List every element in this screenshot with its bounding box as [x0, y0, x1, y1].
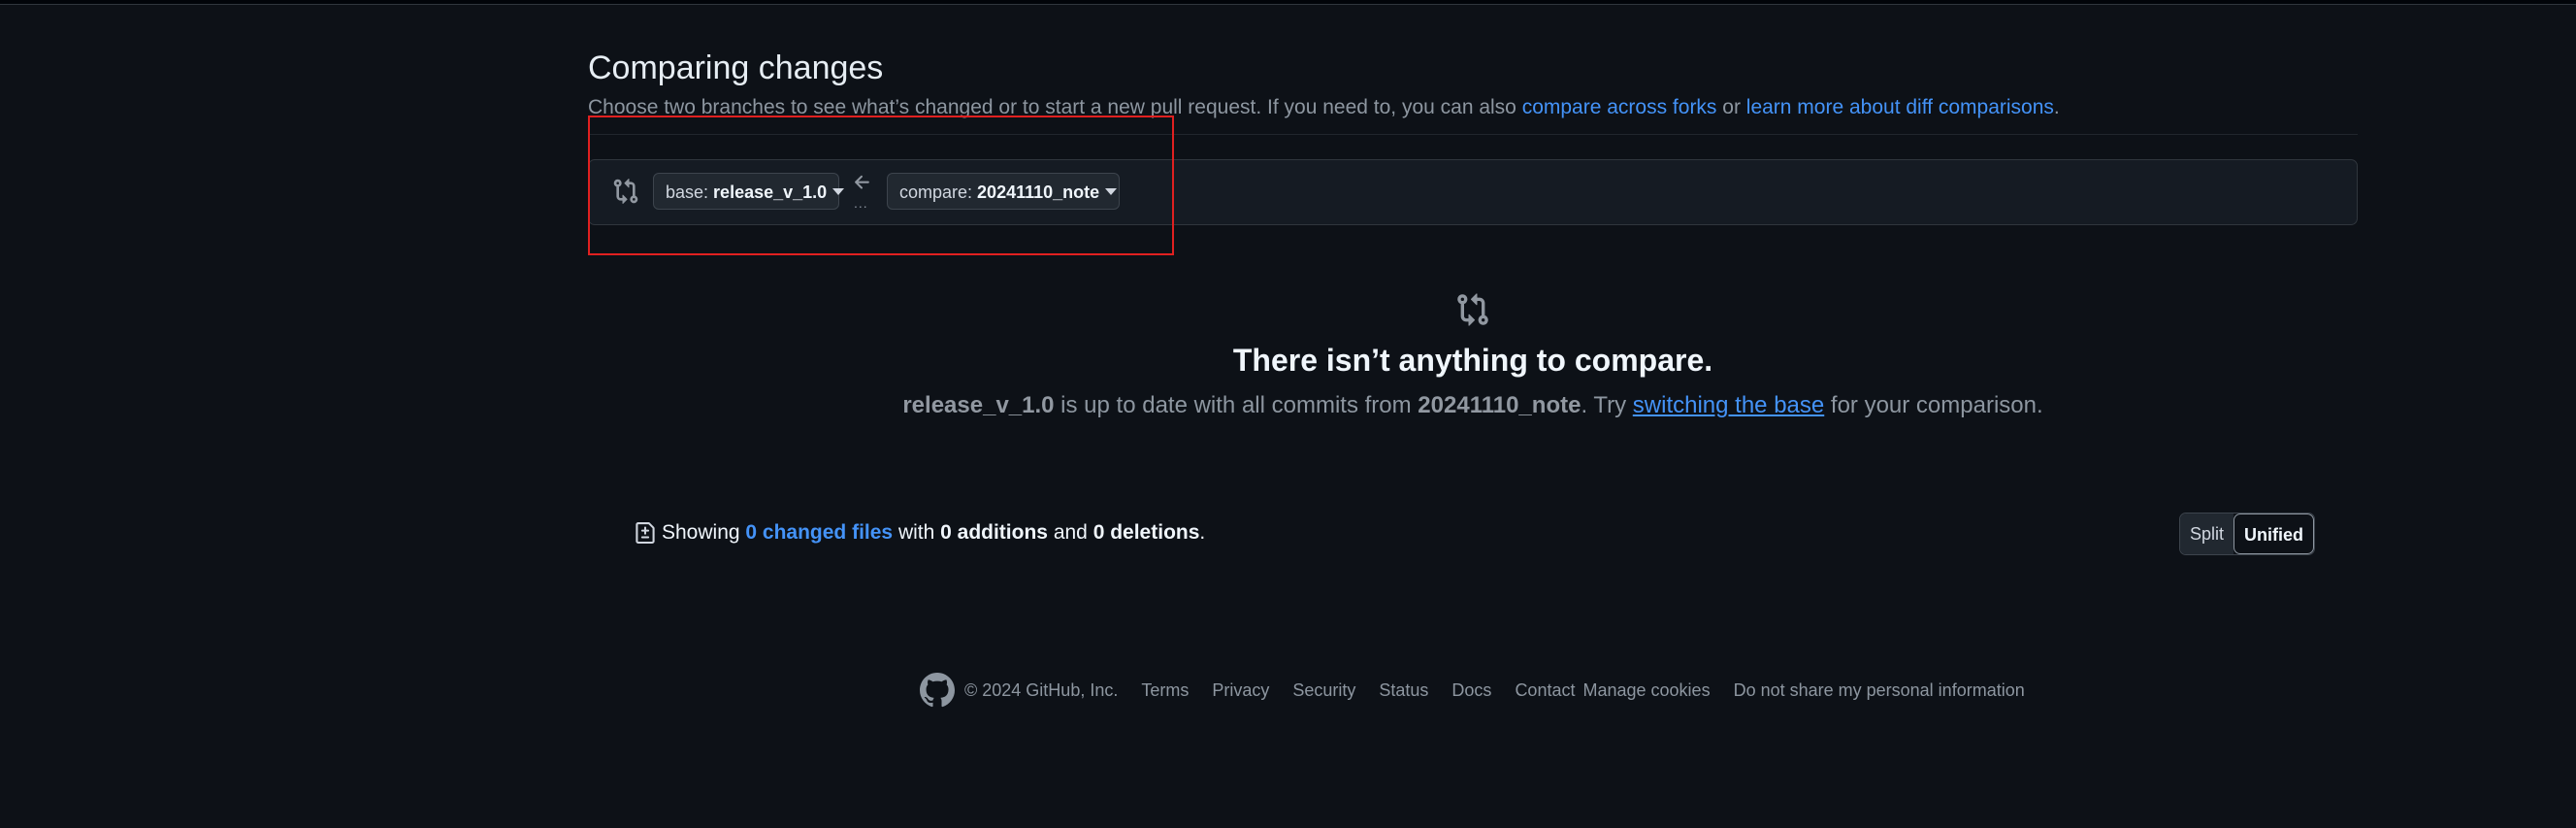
- blank-base-branch: release_v_1.0: [902, 392, 1055, 418]
- blank-desc-mid: is up to date with all commits from: [1054, 392, 1418, 418]
- blank-state-description: release_v_1.0 is up to date with all com…: [588, 389, 2358, 422]
- changed-files-link[interactable]: 0 changed files: [745, 521, 893, 544]
- annotation-highlight-box: [588, 116, 1174, 255]
- summary-deletions: 0 deletions: [1092, 521, 1200, 544]
- blank-state-title: There isn’t anything to compare.: [1232, 343, 1713, 378]
- summary-end: .: [1199, 521, 1206, 544]
- learn-diff-comparisons-link[interactable]: learn more about diff comparisons: [1746, 96, 2054, 118]
- footer-link-terms[interactable]: Terms: [1141, 680, 1189, 701]
- blank-compare-branch: 20241110_note: [1418, 392, 1581, 418]
- blank-desc-end: for your comparison.: [1824, 392, 2043, 418]
- footer-link-do-not-share[interactable]: Do not share my personal information: [1734, 680, 2025, 701]
- footer-link-security[interactable]: Security: [1292, 680, 1355, 701]
- page-title: Comparing changes: [588, 50, 884, 86]
- blank-desc-try: . Try: [1581, 392, 1633, 418]
- diff-summary: Showing 0 changed files with 0 additions…: [635, 518, 1205, 547]
- summary-with: with: [893, 521, 941, 544]
- file-diff-icon: [636, 522, 655, 544]
- compare-across-forks-link[interactable]: compare across forks: [1522, 96, 1717, 118]
- summary-showing: Showing: [662, 521, 746, 544]
- compare-container: Comparing changes Choose two branches to…: [588, 45, 2358, 708]
- subtitle-or: or: [1716, 96, 1746, 118]
- top-header-border: [0, 0, 2576, 5]
- footer-link-status[interactable]: Status: [1379, 680, 1428, 701]
- footer-copyright: © 2024 GitHub, Inc.: [964, 679, 1119, 700]
- footer-link-docs[interactable]: Docs: [1451, 680, 1491, 701]
- site-footer: © 2024 GitHub, Inc. Terms Privacy Securi…: [920, 666, 2048, 714]
- subtitle-end: .: [2053, 96, 2060, 118]
- git-compare-icon: [1457, 293, 1488, 326]
- split-view-button[interactable]: Split: [2180, 513, 2234, 554]
- summary-additions: 0 additions: [940, 521, 1048, 544]
- switch-base-link[interactable]: switching the base: [1633, 392, 1824, 418]
- unified-view-button[interactable]: Unified: [2234, 513, 2315, 554]
- summary-and: and: [1047, 521, 1093, 544]
- diff-view-toggle: Split Unified: [2179, 513, 2316, 555]
- footer-link-manage-cookies[interactable]: Manage cookies: [1582, 680, 1710, 701]
- footer-link-privacy[interactable]: Privacy: [1212, 680, 1269, 701]
- blank-state: There isn’t anything to compare. release…: [588, 292, 2358, 422]
- footer-link-contact[interactable]: Contact: [1515, 680, 1575, 701]
- github-logo-icon[interactable]: [920, 673, 955, 708]
